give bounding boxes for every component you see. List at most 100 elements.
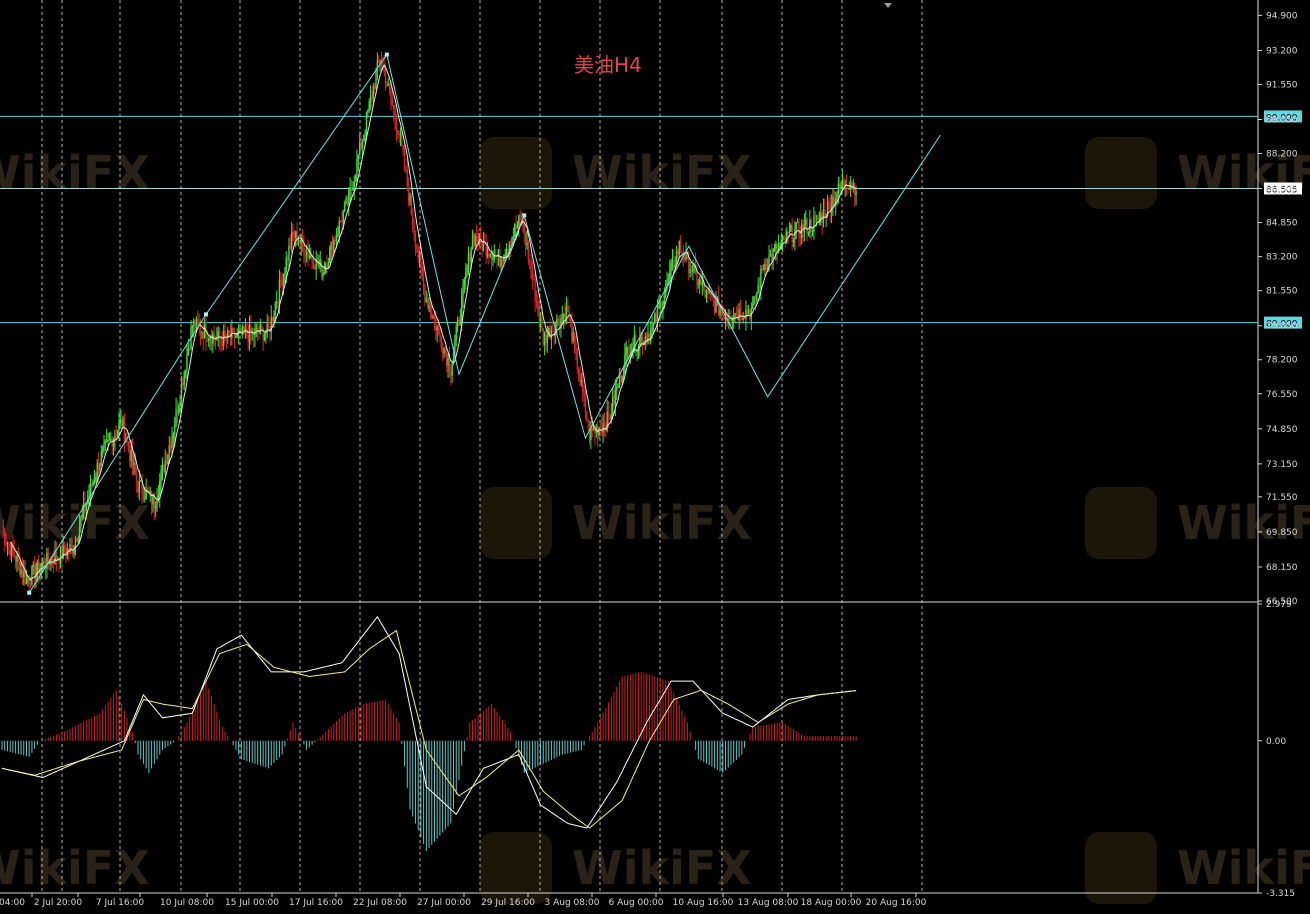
candle-body [667, 278, 670, 280]
candle-body [25, 579, 28, 584]
candle-body [195, 318, 198, 330]
candle-body [78, 526, 81, 539]
candle-body [552, 331, 554, 333]
candle-body [175, 409, 177, 427]
candle-body [206, 339, 209, 341]
candle-body [213, 333, 215, 338]
candle-body [460, 295, 463, 320]
candle-body [556, 318, 558, 326]
candle-body [101, 447, 104, 452]
candle-body [358, 142, 361, 156]
watermark-text: WikiFX [0, 841, 150, 895]
candle-body [289, 245, 292, 249]
candle-body [375, 71, 377, 89]
candle-body [126, 440, 128, 442]
candle-body [129, 449, 131, 462]
candle-body [318, 265, 320, 267]
price-tick-label: 78.200 [1266, 356, 1298, 366]
candle-body [261, 325, 263, 328]
candle-body [235, 336, 237, 339]
candle-body [187, 348, 190, 356]
candle-body [329, 247, 331, 263]
candle-body [671, 260, 674, 263]
candle-body [150, 491, 153, 505]
candle-body [171, 437, 173, 449]
zigzag-marker [522, 213, 527, 218]
candle-body [134, 462, 136, 474]
time-tick-label: 22 Jul 08:00 [353, 898, 407, 908]
candle-body [622, 373, 625, 377]
candle-body [758, 285, 761, 289]
candle-body [673, 260, 675, 269]
candle-body [152, 494, 154, 505]
candle-body [531, 271, 534, 280]
candle-body [433, 316, 436, 320]
candle-body [424, 288, 426, 302]
candle-body [326, 265, 328, 269]
candle-body [116, 430, 119, 437]
candle-body [541, 318, 543, 328]
candle-body [783, 235, 785, 238]
candle-body [367, 110, 369, 112]
candle-body [387, 83, 389, 86]
candle-body [647, 334, 649, 343]
price-chart[interactable]: WikiFX WikiFX WikiFX WikiFX WikiFX WikiFX Wiki… [0, 0, 1310, 914]
candle-body [398, 134, 400, 136]
candle-body [5, 543, 7, 545]
candle-body [542, 327, 544, 345]
candle-body [731, 319, 734, 321]
candle-body [482, 241, 485, 251]
candle-body [55, 552, 58, 560]
candle-body [814, 217, 816, 219]
candle-body [133, 462, 135, 466]
candle-body [684, 258, 686, 260]
candle-body [92, 482, 94, 487]
price-tick-label: 71.550 [1266, 493, 1298, 503]
candle-body [614, 390, 617, 405]
time-tick-label: 20 Aug 16:00 [866, 898, 927, 908]
candle-body [280, 279, 282, 283]
watermark-text: WikiFX [572, 146, 752, 200]
candle-body [371, 96, 373, 99]
candle-body [422, 278, 425, 289]
candle-body [194, 320, 196, 330]
candle-body [539, 318, 542, 322]
candle-body [93, 480, 96, 483]
candle-body [738, 308, 740, 320]
time-tick-label: 15 Jul 00:00 [225, 898, 279, 908]
candle-body [735, 313, 738, 316]
candle-body [267, 321, 270, 328]
candle-body [719, 309, 721, 315]
candle-body [516, 224, 519, 229]
candle-body [492, 257, 494, 261]
candle-body [118, 422, 120, 431]
candle-body [281, 282, 283, 286]
candle-body [402, 145, 404, 152]
candle-body [179, 401, 181, 407]
watermark-text: WikiFX [0, 146, 150, 200]
candle-body [602, 423, 604, 433]
candle-body [186, 355, 188, 370]
candle-body [711, 295, 713, 298]
candle-body [341, 221, 343, 223]
candle-body [297, 243, 300, 245]
candle-body [135, 473, 138, 481]
candle-body [307, 251, 309, 258]
candle-body [108, 439, 111, 441]
candle-body [80, 517, 82, 527]
candle-body [730, 319, 732, 321]
candle-body [23, 571, 25, 578]
candle-body [795, 222, 797, 230]
candle-body [488, 253, 490, 257]
candle-body [743, 317, 746, 320]
candle-body [572, 332, 574, 342]
candle-body [652, 323, 655, 328]
candle-body [364, 132, 366, 136]
time-tick-label: 27 Jul 00:00 [417, 898, 471, 908]
candle-body [338, 220, 340, 235]
zigzag-marker [204, 312, 208, 317]
candle-body [304, 255, 306, 257]
candle-body [807, 231, 810, 235]
candle-body [212, 333, 214, 344]
candle-body [579, 375, 581, 382]
